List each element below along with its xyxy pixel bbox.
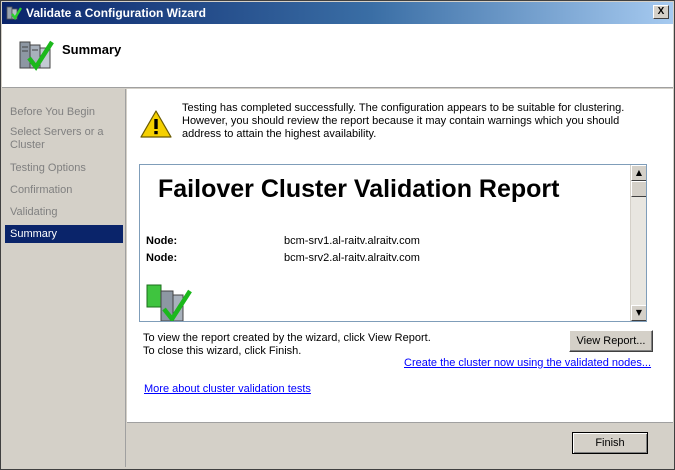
report-scrollbar[interactable]: ▲ ▼: [630, 165, 646, 321]
sidebar-item-testing-options[interactable]: Testing Options: [5, 162, 123, 175]
wizard-window: Validate a Configuration Wizard X Summar…: [0, 0, 675, 470]
scroll-up-icon[interactable]: ▲: [631, 165, 646, 181]
report-title: Failover Cluster Validation Report: [158, 175, 560, 203]
sidebar-item-before-you-begin[interactable]: Before You Begin: [5, 106, 123, 119]
view-report-button[interactable]: View Report...: [569, 330, 653, 352]
sidebar-item-validating[interactable]: Validating: [5, 206, 123, 219]
sidebar-item-confirmation[interactable]: Confirmation: [5, 184, 123, 197]
validate-cluster-icon: [19, 40, 54, 71]
validation-report-preview[interactable]: Failover Cluster Validation Report Node:…: [139, 164, 647, 322]
warning-icon: [140, 110, 172, 138]
node-label: Node:: [146, 235, 178, 247]
node-label: Node:: [146, 252, 178, 264]
instructions: To view the report created by the wizard…: [143, 332, 431, 358]
sidebar-item-summary[interactable]: Summary: [5, 225, 123, 243]
wizard-footer: Finish: [127, 422, 673, 467]
summary-content: Testing has completed successfully. The …: [127, 89, 673, 422]
close-button[interactable]: X: [653, 5, 669, 19]
wizard-header: Summary: [2, 24, 673, 88]
scroll-down-icon[interactable]: ▼: [631, 305, 646, 321]
node-value: bcm-srv2.al-raitv.alraitv.com: [284, 252, 420, 264]
more-about-validation-link[interactable]: More about cluster validation tests: [144, 383, 311, 395]
sidebar-item-select-servers[interactable]: Select Servers or a Cluster: [5, 126, 117, 152]
status-message: Testing has completed successfully. The …: [182, 102, 625, 140]
wizard-steps-sidebar: Before You Begin Select Servers or a Clu…: [2, 89, 126, 467]
title-bar[interactable]: Validate a Configuration Wizard X: [2, 2, 673, 24]
finish-button[interactable]: Finish: [572, 432, 648, 454]
node-value: bcm-srv1.al-raitv.alraitv.com: [284, 235, 420, 247]
instruction-finish: To close this wizard, click Finish.: [143, 345, 302, 357]
cluster-icon: [6, 6, 22, 21]
cluster-report-icon: [146, 284, 192, 321]
instruction-view-report: To view the report created by the wizard…: [143, 332, 431, 344]
page-title: Summary: [62, 42, 122, 57]
create-cluster-link[interactable]: Create the cluster now using the validat…: [404, 357, 651, 369]
scroll-thumb[interactable]: [631, 181, 646, 197]
window-title: Validate a Configuration Wizard: [26, 6, 206, 20]
